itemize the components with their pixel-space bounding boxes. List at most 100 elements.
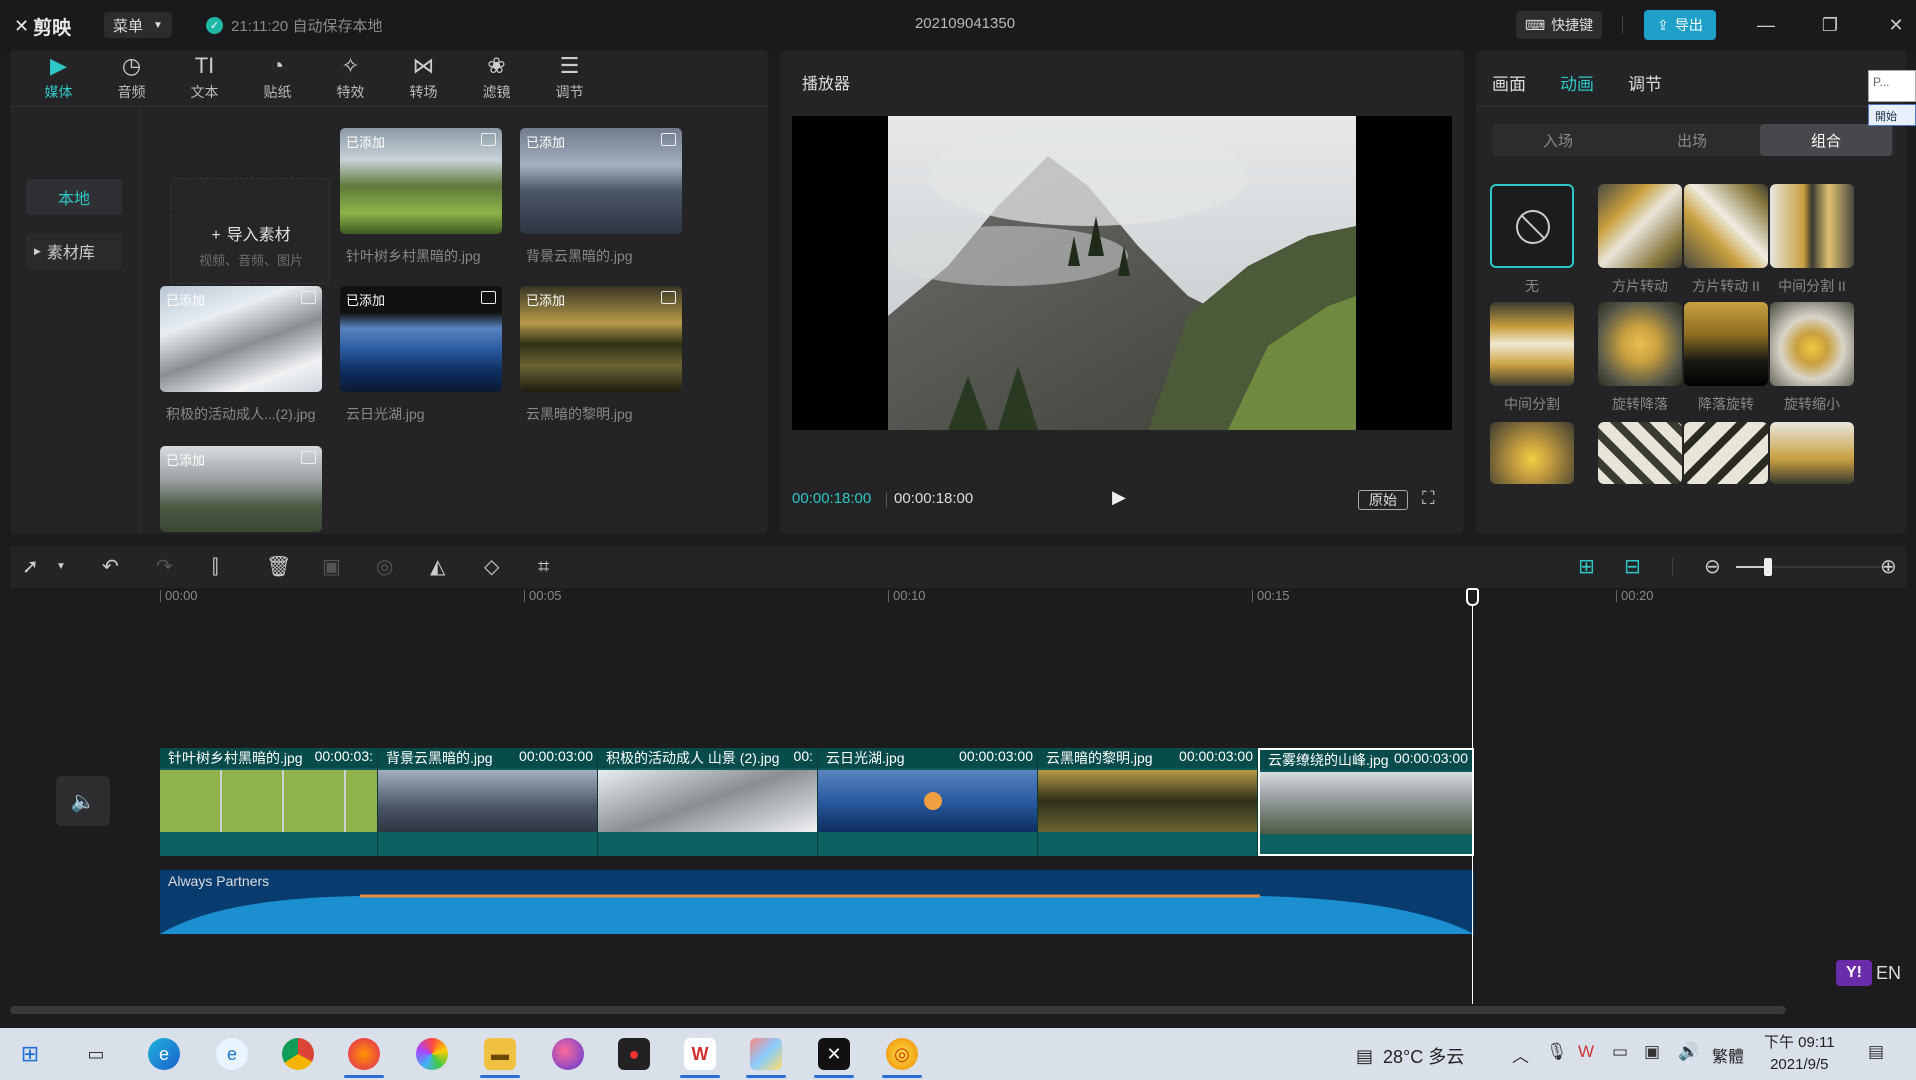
minimize-button[interactable]: — (1746, 10, 1786, 40)
video-clip[interactable]: 针叶树乡村黑暗的.jpg 00:00:03: (160, 748, 378, 856)
firefox-icon[interactable] (348, 1038, 380, 1070)
anim-item[interactable] (1684, 184, 1768, 268)
nav-local[interactable]: 本地 (26, 179, 122, 215)
volume-icon[interactable]: 🔊 (1678, 1042, 1699, 1062)
ime-float[interactable]: Y! EN (1836, 958, 1916, 988)
color-app-icon[interactable] (416, 1038, 448, 1070)
import-media-button[interactable]: + 导入素材 视频、音频、图片 (170, 178, 330, 284)
preview-image (888, 116, 1356, 430)
tab-adjust[interactable]: 调节 (1628, 70, 1662, 95)
ime-candidate[interactable]: P... (1868, 70, 1916, 102)
video-clip[interactable]: 积极的活动成人 山景 (2).jpg 00: (598, 748, 818, 856)
tab-sticker[interactable]: ◔ 贴纸 (241, 50, 314, 106)
reverse-icon[interactable]: ◎ (376, 554, 393, 580)
asset-thumbnail[interactable]: 已添加 (340, 128, 502, 234)
chrome-icon[interactable] (282, 1038, 314, 1070)
anim-item[interactable] (1684, 302, 1768, 386)
ie-icon[interactable]: e (216, 1038, 248, 1070)
ratio-button[interactable]: 原始 (1358, 490, 1408, 510)
weather-widget[interactable]: ▤ 28°C 多云 (1356, 1043, 1464, 1069)
tab-animation[interactable]: 动画 (1560, 70, 1594, 95)
zoom-slider[interactable] (1736, 558, 1890, 576)
anim-item[interactable] (1490, 302, 1574, 386)
tab-filter[interactable]: ❀ 滤镜 (460, 50, 533, 106)
playhead-handle[interactable] (1466, 588, 1479, 606)
export-button[interactable]: ⇪ 导出 (1644, 10, 1716, 40)
media-player-icon[interactable]: ◎ (886, 1038, 918, 1070)
freeze-icon[interactable]: ▣ (322, 554, 341, 580)
anim-item[interactable] (1598, 302, 1682, 386)
anim-item[interactable] (1684, 422, 1768, 484)
maximize-button[interactable]: ❐ (1810, 10, 1850, 40)
link-icon[interactable]: ⊟ (1624, 554, 1641, 580)
delete-icon[interactable]: 🗑 (266, 554, 291, 580)
asset-thumbnail[interactable]: 已添加 (520, 286, 682, 392)
chevron-down-icon[interactable]: ▼ (56, 554, 66, 580)
file-explorer-icon[interactable]: ▬ (484, 1038, 516, 1070)
select-tool-icon[interactable]: ➚ (22, 554, 39, 580)
asset-thumbnail[interactable]: 已添加 (340, 286, 502, 392)
timeline-scrollbar[interactable] (10, 1006, 1786, 1014)
asset-thumbnail[interactable]: 已添加 (520, 128, 682, 234)
edge-icon[interactable]: e (148, 1038, 180, 1070)
crop-icon[interactable]: ⌗ (538, 554, 549, 580)
chevron-up-icon[interactable]: ︿ (1512, 1042, 1529, 1067)
track-mute-button[interactable]: 🔈 (56, 776, 110, 826)
windows-start-icon[interactable]: ⊞ (14, 1038, 46, 1070)
notification-icon[interactable]: ▤ (1868, 1042, 1884, 1062)
asset-thumbnail[interactable]: 已添加 (160, 286, 322, 392)
subtab-in[interactable]: 入场 (1492, 124, 1624, 156)
close-button[interactable]: ✕ (1876, 10, 1916, 40)
anim-item[interactable] (1770, 302, 1854, 386)
clock[interactable]: 下午 09:11 2021/9/5 (1764, 1032, 1835, 1076)
wps-icon[interactable]: W (684, 1038, 716, 1070)
tab-media[interactable]: ▶ 媒体 (22, 50, 95, 106)
redo-icon[interactable]: ↷ (156, 554, 173, 580)
snip-icon[interactable] (750, 1038, 782, 1070)
anim-item[interactable] (1770, 422, 1854, 484)
mirror-icon[interactable]: ◭ (430, 554, 445, 580)
tab-picture[interactable]: 画面 (1492, 70, 1526, 95)
rotate-icon[interactable]: ◇ (484, 554, 499, 580)
video-clip[interactable]: 云日光湖.jpg 00:00:03:00 (818, 748, 1038, 856)
tab-audio[interactable]: ◷ 音频 (95, 50, 168, 106)
split-icon[interactable]: ⫿ (212, 554, 218, 580)
battery-icon[interactable]: ▭ (1612, 1042, 1628, 1062)
undo-icon[interactable]: ↶ (102, 554, 119, 580)
shortcut-button[interactable]: ⌨ 快捷键 (1516, 11, 1602, 39)
wps-tray-icon[interactable]: W (1578, 1042, 1594, 1062)
video-clip[interactable]: 背景云黑暗的.jpg 00:00:03:00 (378, 748, 598, 856)
anim-item[interactable] (1770, 184, 1854, 268)
tab-adjust[interactable]: ☰ 调节 (533, 50, 606, 106)
input-language[interactable]: 繁體 (1712, 1043, 1744, 1067)
nav-library[interactable]: ▶ 素材库 (26, 233, 122, 269)
asset-thumbnail[interactable]: 已添加 (160, 446, 322, 532)
tab-effects[interactable]: ✧ 特效 (314, 50, 387, 106)
audio-track[interactable]: Always Partners (160, 870, 1474, 934)
ime-start-button[interactable]: 開始 (1868, 104, 1916, 126)
mic-icon[interactable]: 🎙 (1546, 1042, 1568, 1062)
paint-app-icon[interactable] (552, 1038, 584, 1070)
video-clip-selected[interactable]: 云雾缭绕的山峰.jpg 00:00:03:00 (1258, 748, 1474, 856)
player-screen[interactable] (792, 116, 1452, 430)
anim-item[interactable] (1598, 422, 1682, 484)
recorder-icon[interactable]: ● (618, 1038, 650, 1070)
anim-item[interactable] (1490, 422, 1574, 484)
capcut-icon[interactable]: ✕ (818, 1038, 850, 1070)
subtab-out[interactable]: 出场 (1626, 124, 1758, 156)
video-clip[interactable]: 云黑暗的黎明.jpg 00:00:03:00 (1038, 748, 1258, 856)
subtab-combo[interactable]: 组合 (1760, 124, 1892, 156)
zoom-handle[interactable] (1764, 558, 1772, 576)
snap-icon[interactable]: ⊞ (1578, 554, 1595, 580)
anim-item-none[interactable] (1490, 184, 1574, 268)
tab-text[interactable]: TI 文本 (168, 50, 241, 106)
tab-transition[interactable]: ⋈ 转场 (387, 50, 460, 106)
zoom-in-icon[interactable]: ⊕ (1880, 554, 1897, 580)
menu-button[interactable]: 菜单 ▼ (104, 12, 172, 38)
anim-item[interactable] (1598, 184, 1682, 268)
fullscreen-button[interactable]: ⛶ (1422, 488, 1435, 509)
zoom-out-icon[interactable]: ⊖ (1704, 554, 1721, 580)
play-button[interactable]: ▶ (1112, 487, 1132, 507)
task-view-icon[interactable]: ▭ (80, 1038, 112, 1070)
network-icon[interactable]: ▣ (1644, 1042, 1660, 1062)
